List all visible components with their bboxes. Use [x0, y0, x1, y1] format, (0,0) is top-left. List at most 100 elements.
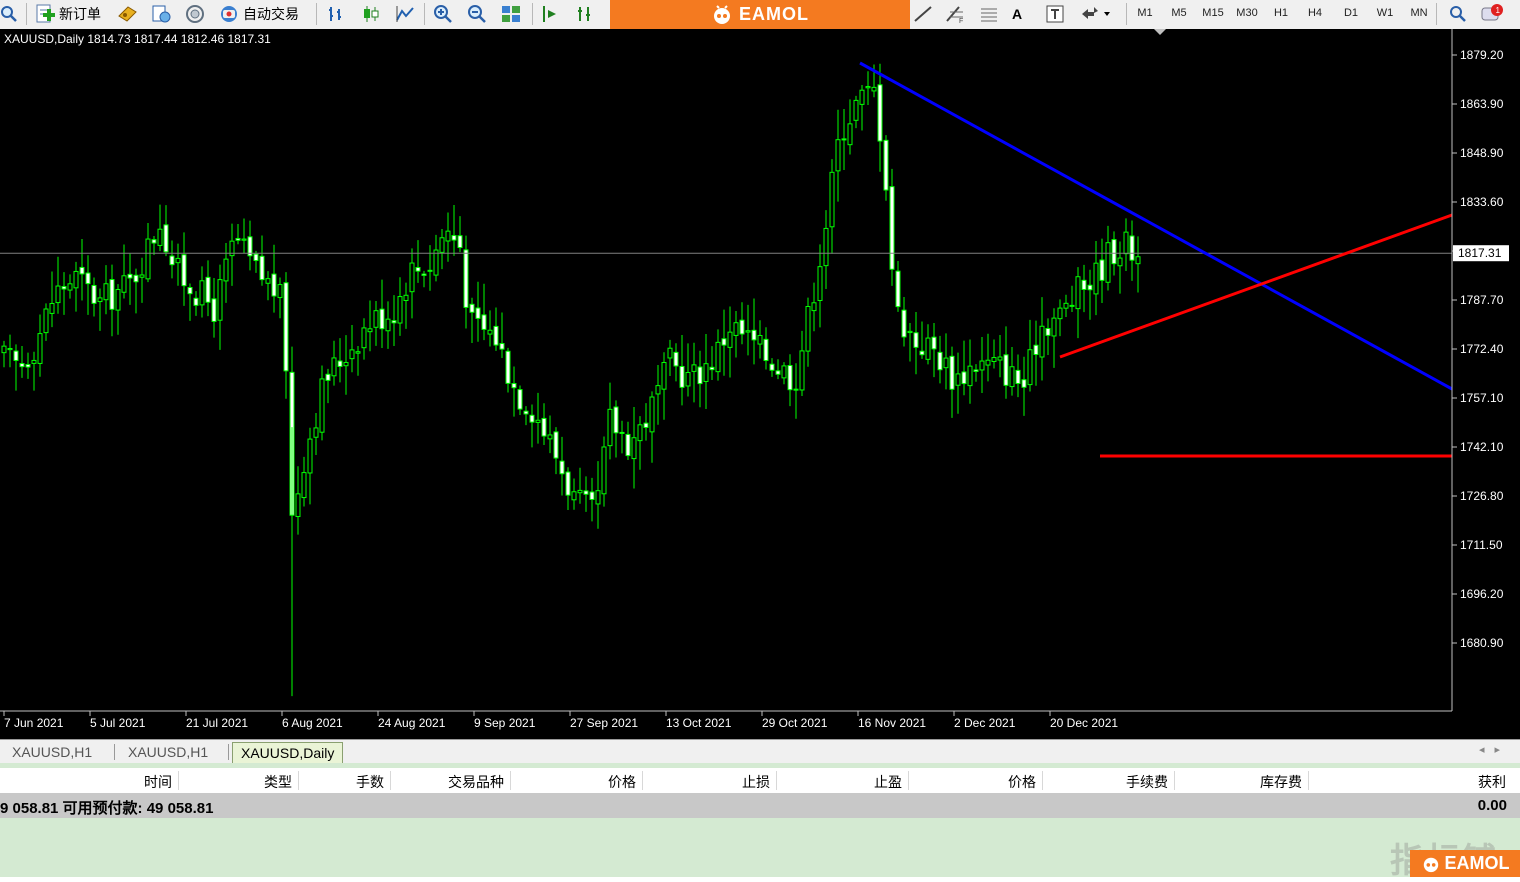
candlestick [301, 456, 307, 507]
timeframe-m15-button[interactable]: M15 [1198, 3, 1228, 23]
candlestick [817, 244, 823, 328]
timeframe-m1-button[interactable]: M1 [1130, 3, 1160, 23]
candle-body [499, 343, 505, 350]
candle-body [163, 224, 169, 253]
zoom-out-icon[interactable] [466, 3, 488, 25]
arrows-dropdown-icon[interactable] [1078, 3, 1112, 25]
new-order-button[interactable]: 新订单 [34, 3, 101, 25]
draw-line-icon[interactable] [912, 3, 934, 25]
candlestick [1057, 299, 1063, 337]
bar-chart-icon[interactable] [326, 3, 348, 25]
tab-xauusd-daily[interactable]: XAUUSD,Daily [232, 742, 344, 763]
candlestick [1027, 319, 1033, 392]
candle-body [7, 347, 13, 351]
timeframe-d1-button[interactable]: D1 [1336, 3, 1366, 23]
candle-body [1105, 242, 1111, 283]
candle-body [307, 438, 313, 474]
date-label: 27 Sep 2021 [570, 716, 638, 730]
candlestick [319, 365, 325, 441]
candlestick [865, 71, 871, 105]
line-chart-icon[interactable] [394, 3, 416, 25]
candle-body [1123, 231, 1129, 255]
candle-body [535, 419, 541, 423]
timeframe-m5-button[interactable]: M5 [1164, 3, 1194, 23]
candlestick [397, 277, 403, 336]
candlestick [469, 297, 475, 343]
tile-windows-icon[interactable] [500, 3, 522, 25]
candle-body [913, 332, 919, 348]
price-label: 1848.90 [1460, 146, 1504, 160]
text-label-icon[interactable] [1044, 3, 1066, 25]
candle-body [1099, 259, 1105, 281]
candlestick [895, 260, 901, 312]
chart-shift-icon[interactable] [574, 3, 596, 25]
column-header[interactable]: 手续费 [1126, 772, 1168, 792]
timeframe-m30-button[interactable]: M30 [1232, 3, 1262, 23]
column-header[interactable]: 价格 [1008, 772, 1036, 792]
zoom-in-icon[interactable] [432, 3, 454, 25]
timeframe-mn-button[interactable]: MN [1404, 3, 1434, 23]
candle-body [67, 283, 73, 291]
column-header[interactable]: 止盈 [874, 772, 902, 792]
candlestick [19, 345, 25, 378]
search-icon[interactable] [1448, 3, 1468, 25]
tab-scroll-arrows[interactable]: ◂▸ [1479, 743, 1510, 756]
column-header[interactable]: 交易品种 [448, 772, 504, 792]
candlestick [79, 238, 85, 301]
fibonacci-icon[interactable]: F [944, 3, 966, 25]
date-label: 5 Jul 2021 [90, 716, 146, 730]
candle-body [439, 237, 445, 253]
notification-icon[interactable]: 1 [1480, 3, 1506, 25]
candle-body [403, 294, 409, 301]
candle-body [673, 351, 679, 367]
candle-body [349, 349, 355, 360]
market-watch-icon[interactable] [116, 3, 138, 25]
candle-body [679, 365, 685, 388]
candle-body [61, 286, 67, 290]
auto-scroll-icon[interactable] [540, 3, 562, 25]
candle-body [985, 359, 991, 366]
auto-trading-button[interactable]: 自动交易 [218, 3, 299, 25]
candle-body [1, 345, 7, 354]
navigator-icon[interactable] [184, 3, 206, 25]
column-header[interactable]: 手数 [356, 772, 384, 792]
column-header[interactable]: 获利 [1478, 772, 1506, 792]
candlestick [565, 467, 571, 510]
candle-body [481, 314, 487, 330]
downtrend-line[interactable] [859, 61, 1453, 391]
candlestick [913, 312, 919, 375]
candle-body [181, 254, 187, 287]
candle-body [43, 308, 49, 334]
column-header[interactable]: 价格 [608, 772, 636, 792]
candle-body [727, 331, 733, 348]
channel-icon[interactable] [978, 3, 1000, 25]
balance-row[interactable]: 9 058.81 可用预付款: 49 058.81 0.00 [0, 794, 1520, 818]
timeframe-h4-button[interactable]: H4 [1300, 3, 1330, 23]
candlestick [901, 296, 907, 347]
candle-body [169, 255, 175, 266]
candle-body [865, 86, 871, 89]
uptrend-line[interactable] [1059, 213, 1453, 359]
date-label: 2 Dec 2021 [954, 716, 1016, 730]
chart-shift-marker[interactable] [1154, 29, 1166, 35]
timeframe-h1-button[interactable]: H1 [1266, 3, 1296, 23]
candle-body [871, 86, 877, 92]
candlestick [1081, 264, 1087, 313]
text-tool-icon[interactable]: A [1012, 3, 1022, 25]
candle-body [103, 283, 109, 301]
data-window-icon[interactable] [150, 3, 172, 25]
column-header[interactable]: 止损 [742, 772, 770, 792]
column-header[interactable]: 类型 [264, 772, 292, 792]
candlestick-icon[interactable] [360, 3, 382, 25]
column-header[interactable]: 库存费 [1260, 772, 1302, 792]
price-chart[interactable]: XAUUSD,Daily 1814.73 1817.44 1812.46 181… [0, 29, 1520, 739]
candle-body [517, 389, 523, 410]
column-header[interactable]: 时间 [144, 772, 172, 792]
candlestick [739, 302, 745, 345]
zoom-icon[interactable] [0, 3, 18, 25]
candle-body [1063, 302, 1069, 309]
candle-body [463, 249, 469, 308]
tab-xauusd-h1-first[interactable]: XAUUSD,H1 [4, 742, 100, 762]
tab-xauusd-h1-second[interactable]: XAUUSD,H1 [120, 742, 216, 762]
timeframe-w1-button[interactable]: W1 [1370, 3, 1400, 23]
